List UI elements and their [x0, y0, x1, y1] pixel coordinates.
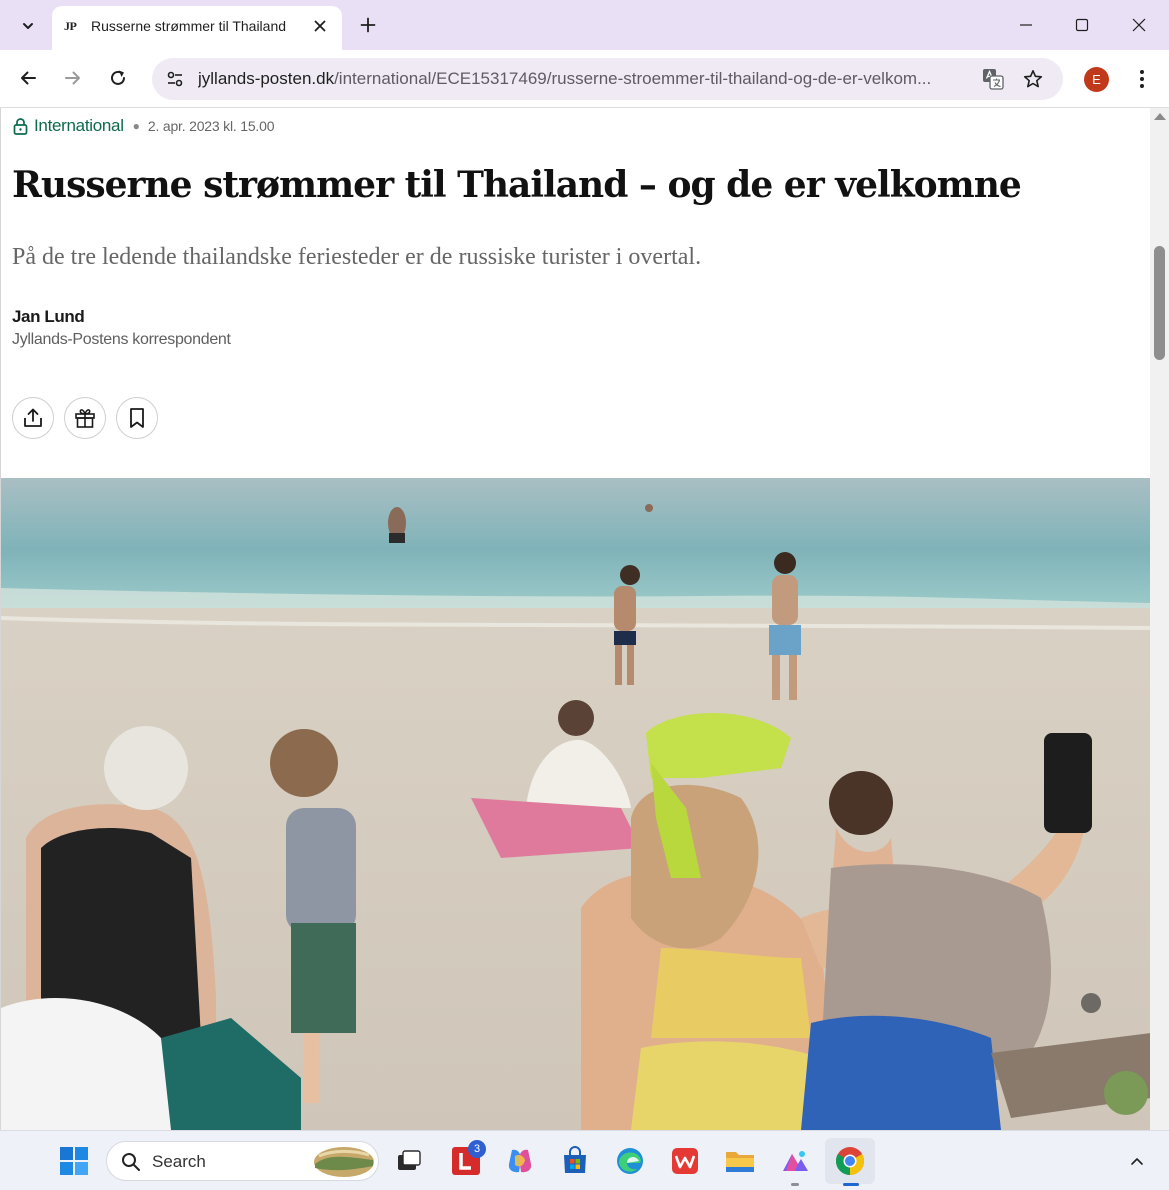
taskbar-search[interactable]: Search [106, 1141, 379, 1181]
chrome-icon [836, 1147, 864, 1175]
store-icon [564, 1146, 586, 1173]
minimize-button[interactable] [1004, 8, 1048, 42]
gift-article-button[interactable] [64, 397, 106, 439]
show-hidden-icons-button[interactable] [1126, 1150, 1148, 1172]
maximize-button[interactable] [1060, 8, 1104, 42]
notification-badge: 3 [468, 1140, 486, 1158]
active-app-indicator [843, 1183, 859, 1186]
chrome-browser-button[interactable] [831, 1142, 869, 1180]
minimize-icon [1020, 24, 1032, 26]
maximize-icon [1075, 18, 1089, 32]
section-link[interactable]: International [34, 116, 124, 136]
author-role: Jyllands-Postens korrespondent [12, 331, 231, 348]
close-window-button[interactable] [1117, 8, 1161, 42]
close-icon [314, 20, 326, 32]
reload-icon [111, 70, 125, 85]
mail-app-button[interactable]: 3 [447, 1140, 486, 1180]
share-icon [24, 408, 42, 427]
chevron-up-icon [1131, 1158, 1143, 1165]
reload-button[interactable] [101, 61, 135, 95]
windows-logo-icon [60, 1147, 88, 1175]
arrow-left-icon [21, 71, 36, 85]
microsoft-store-button[interactable] [556, 1142, 594, 1180]
url-text: jyllands-posten.dk/international/ECE1531… [198, 69, 973, 89]
file-explorer-button[interactable] [721, 1142, 759, 1180]
url-path: /international/ECE15317469/russerne-stro… [334, 69, 932, 88]
copilot-button[interactable] [501, 1142, 539, 1180]
tab-search-button[interactable] [10, 9, 46, 43]
translate-button[interactable] [978, 64, 1008, 94]
publish-date: 2. apr. 2023 kl. 15.00 [147, 118, 275, 134]
wps-office-icon [672, 1148, 698, 1174]
article-lead: På de tre ledende thailandske feriestede… [12, 244, 702, 270]
close-tab-button[interactable] [310, 16, 330, 36]
edge-icon [617, 1148, 643, 1174]
bookmark-star-button[interactable] [1018, 64, 1048, 94]
more-vertical-icon [1140, 70, 1144, 88]
meta-separator: ● [132, 119, 140, 133]
site-info-button[interactable] [160, 64, 190, 94]
windows-taskbar: Search 3 [0, 1130, 1169, 1190]
edge-browser-button[interactable] [611, 1142, 649, 1180]
arrow-right-icon [65, 71, 80, 85]
profile-avatar[interactable]: E [1084, 67, 1109, 92]
scroll-thumb[interactable] [1154, 246, 1165, 360]
wps-office-button[interactable] [666, 1142, 704, 1180]
back-button[interactable] [11, 61, 45, 95]
url-domain: jyllands-posten.dk [198, 69, 335, 88]
lock-icon [13, 117, 28, 135]
browser-tab[interactable]: JP Russerne strømmer til Thailand [52, 6, 342, 50]
search-highlight-icon [314, 1147, 374, 1177]
gift-icon [75, 409, 95, 428]
new-tab-button[interactable] [354, 11, 382, 39]
bookmark-icon [130, 408, 144, 428]
share-button[interactable] [12, 397, 54, 439]
browser-toolbar: jyllands-posten.dk/international/ECE1531… [0, 50, 1169, 107]
forward-button[interactable] [56, 61, 90, 95]
title-bar: JP Russerne strømmer til Thailand [0, 0, 1169, 50]
address-bar[interactable]: jyllands-posten.dk/international/ECE1531… [152, 58, 1063, 100]
start-button[interactable] [57, 1144, 91, 1178]
search-placeholder: Search [152, 1152, 206, 1171]
page-scrollbar[interactable] [1150, 108, 1169, 1130]
chevron-down-icon [23, 23, 33, 29]
task-view-icon [398, 1150, 421, 1170]
tab-title: Russerne strømmer til Thailand [91, 18, 287, 34]
scroll-up-arrow-icon[interactable] [1154, 113, 1166, 120]
author-name[interactable]: Jan Lund [12, 307, 85, 327]
tune-icon [167, 71, 183, 87]
tab-favicon: JP [64, 19, 77, 33]
close-icon [1132, 18, 1146, 32]
plus-icon [360, 17, 376, 33]
running-indicator [791, 1183, 799, 1186]
star-icon [1023, 70, 1043, 88]
copilot-icon [508, 1149, 532, 1173]
translate-icon [983, 69, 1004, 90]
photo-app-icon [783, 1151, 808, 1171]
save-article-button[interactable] [116, 397, 158, 439]
article-meta: International ● 2. apr. 2023 kl. 15.00 [13, 116, 274, 136]
folder-icon [726, 1152, 754, 1172]
web-page: International ● 2. apr. 2023 kl. 15.00 R… [0, 108, 1150, 1130]
hero-image [1, 478, 1150, 1130]
photo-app-button[interactable] [776, 1142, 814, 1180]
browser-menu-button[interactable] [1128, 64, 1156, 94]
article-headline: Russerne strømmer til Thailand – og de e… [12, 164, 1022, 206]
search-icon [122, 1153, 140, 1171]
task-view-button[interactable] [390, 1142, 428, 1180]
